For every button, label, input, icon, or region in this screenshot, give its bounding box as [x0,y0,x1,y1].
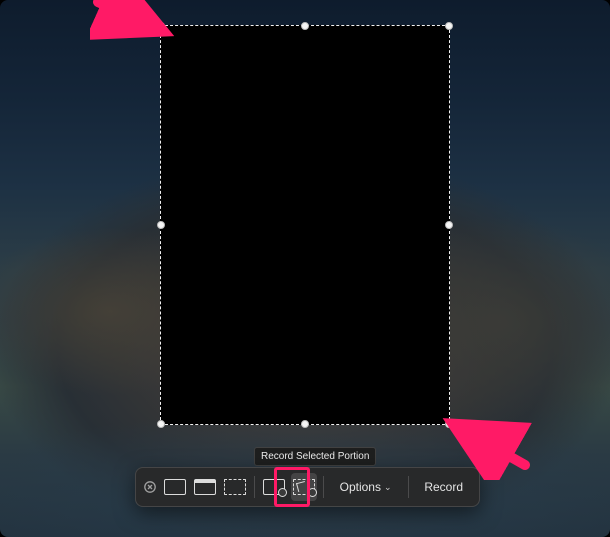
close-button[interactable] [142,481,158,493]
options-menu-button[interactable]: Options ⌄ [330,473,402,501]
resize-handle-bottom-right[interactable] [445,420,453,428]
resize-handle-top-right[interactable] [445,22,453,30]
resize-handle-top-left[interactable] [157,22,165,30]
close-icon [144,481,156,493]
screenshot-stage: Record Selected Portion [0,0,610,537]
resize-handle-bottom-middle[interactable] [301,420,309,428]
options-label: Options [340,480,381,494]
resize-handle-middle-right[interactable] [445,221,453,229]
window-icon [194,479,216,495]
resize-handle-top-middle[interactable] [301,22,309,30]
record-label: Record [424,480,463,494]
capture-selection-area[interactable] [160,25,450,425]
capture-entire-screen-button[interactable] [162,473,188,501]
resize-handle-bottom-left[interactable] [157,420,165,428]
screen-icon [164,479,186,495]
toolbar-separator [408,476,409,498]
dashed-rectangle-icon [224,479,246,495]
record-entire-screen-button[interactable] [261,473,287,501]
capture-selected-portion-button[interactable] [222,473,248,501]
tooltip-label: Record Selected Portion [261,451,369,462]
capture-selected-window-button[interactable] [192,473,218,501]
record-selected-portion-button[interactable] [291,473,317,501]
resize-handle-middle-left[interactable] [157,221,165,229]
tooltip-record-selected-portion: Record Selected Portion [254,447,376,466]
screenshot-toolbar: Options ⌄ Record [135,467,480,507]
chevron-down-icon: ⌄ [384,482,392,493]
record-selection-icon [293,479,315,495]
record-screen-icon [263,479,285,495]
record-button[interactable]: Record [414,473,473,501]
toolbar-separator [323,476,324,498]
toolbar-separator [254,476,255,498]
